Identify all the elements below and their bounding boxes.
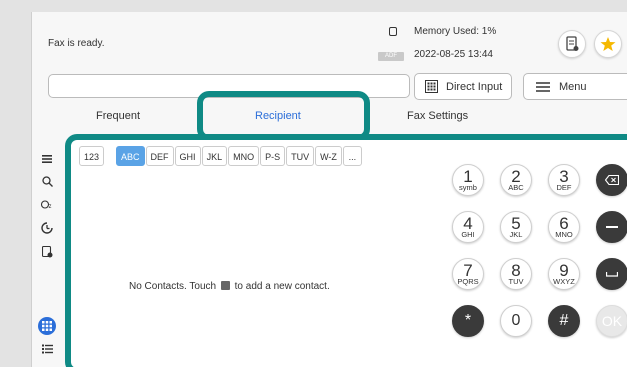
key-digit: 5 bbox=[511, 213, 521, 233]
index-mno[interactable]: MNO bbox=[228, 146, 260, 166]
key-digit: 1 bbox=[463, 166, 473, 186]
key-digit: 8 bbox=[511, 260, 521, 280]
space-icon bbox=[606, 272, 618, 277]
keypad-icon bbox=[425, 80, 438, 93]
key-digit: 7 bbox=[463, 260, 473, 280]
no-contacts-text-after: to add a new contact. bbox=[234, 281, 330, 292]
key-9[interactable]: 9 WXYZ bbox=[548, 258, 580, 290]
key-3[interactable]: 3 DEF bbox=[548, 164, 580, 196]
date-badge: ADF bbox=[378, 52, 404, 61]
key-digit: 6 bbox=[559, 213, 569, 233]
key-digit: 4 bbox=[463, 213, 473, 233]
key-letters: DEF bbox=[556, 182, 572, 192]
search-icon[interactable] bbox=[38, 172, 56, 190]
key-0[interactable]: 0 bbox=[500, 305, 532, 337]
key-4[interactable]: 4 GHI bbox=[452, 211, 484, 243]
key-letters: WXYZ bbox=[553, 276, 575, 286]
key-digit: # bbox=[559, 312, 569, 329]
recipient-panel: 123 ABC DEF GHI JKL MNO P-S TUV W-Z ... … bbox=[65, 134, 627, 367]
index-w-z[interactable]: W-Z bbox=[315, 146, 342, 166]
detail-list-icon[interactable] bbox=[38, 340, 56, 358]
key-8[interactable]: 8 TUV bbox=[500, 258, 532, 290]
key-star[interactable]: * bbox=[452, 305, 484, 337]
no-contacts-message: No Contacts. Touch to add a new contact. bbox=[129, 281, 330, 292]
fax-screen: Fax is ready. Memory Used: 1% ADF 2022-0… bbox=[31, 12, 627, 367]
index-ghi[interactable]: GHI bbox=[174, 146, 201, 166]
tab-fax-settings[interactable]: Fax Settings bbox=[407, 110, 468, 122]
menu-label: Menu bbox=[559, 80, 587, 93]
job-status-icon bbox=[566, 36, 579, 51]
index-more[interactable]: ... bbox=[342, 146, 362, 166]
status-message: Fax is ready. bbox=[48, 38, 105, 49]
backspace-button[interactable] bbox=[596, 164, 627, 196]
contacts-icon[interactable] bbox=[38, 243, 56, 261]
key-letters: GHI bbox=[461, 229, 475, 239]
no-contacts-text-before: No Contacts. Touch bbox=[129, 281, 217, 292]
dash-icon bbox=[606, 226, 618, 228]
key-6[interactable]: 6 MNO bbox=[548, 211, 580, 243]
history-icon[interactable] bbox=[38, 219, 56, 237]
key-digit: 9 bbox=[559, 260, 569, 280]
index-abc[interactable]: ABC bbox=[116, 146, 145, 166]
direct-input-label: Direct Input bbox=[446, 80, 503, 93]
key-letters: MNO bbox=[555, 229, 573, 239]
index-def[interactable]: DEF bbox=[145, 146, 174, 166]
dash-button[interactable] bbox=[596, 211, 627, 243]
ok-label: OK bbox=[601, 313, 623, 329]
space-button[interactable] bbox=[596, 258, 627, 290]
key-letters: PQRS bbox=[457, 276, 479, 286]
address-book-icon[interactable]: z bbox=[38, 195, 56, 213]
job-status-button[interactable] bbox=[558, 30, 586, 58]
menu-button[interactable]: Menu bbox=[523, 73, 627, 100]
star-icon bbox=[600, 37, 616, 51]
key-1[interactable]: 1 symb bbox=[452, 164, 484, 196]
index-123[interactable]: 123 bbox=[79, 146, 105, 166]
tab-frequent[interactable]: Frequent bbox=[96, 110, 140, 122]
key-letters: ABC bbox=[508, 182, 524, 192]
keypad-view-icon[interactable] bbox=[38, 317, 56, 335]
key-7[interactable]: 7 PQRS bbox=[452, 258, 484, 290]
backspace-icon bbox=[605, 175, 619, 185]
datetime: 2022-08-25 13:44 bbox=[414, 49, 493, 60]
alpha-index-bar: 123 ABC DEF GHI JKL MNO P-S TUV W-Z ... bbox=[79, 146, 362, 166]
list-view-icon[interactable] bbox=[38, 150, 56, 168]
memory-icon bbox=[389, 27, 397, 36]
key-digit: * bbox=[464, 312, 472, 329]
key-digit: 0 bbox=[511, 312, 521, 329]
memory-usage: Memory Used: 1% bbox=[414, 26, 497, 37]
key-hash[interactable]: # bbox=[548, 305, 580, 337]
ok-button[interactable]: OK bbox=[596, 305, 627, 337]
add-contact-icon bbox=[220, 281, 230, 290]
key-letters: symb bbox=[459, 182, 477, 192]
index-p-s[interactable]: P-S bbox=[260, 146, 286, 166]
svg-text:z: z bbox=[49, 204, 52, 210]
key-5[interactable]: 5 JKL bbox=[500, 211, 532, 243]
hamburger-icon bbox=[536, 81, 550, 92]
key-digit: 2 bbox=[511, 166, 521, 186]
key-digit: 3 bbox=[559, 166, 569, 186]
key-letters: TUV bbox=[508, 276, 524, 286]
key-letters: JKL bbox=[509, 229, 523, 239]
direct-input-button[interactable]: Direct Input bbox=[414, 73, 512, 100]
index-tuv[interactable]: TUV bbox=[286, 146, 315, 166]
index-jkl[interactable]: JKL bbox=[201, 146, 228, 166]
key-2[interactable]: 2 ABC bbox=[500, 164, 532, 196]
favorites-button[interactable] bbox=[594, 30, 622, 58]
